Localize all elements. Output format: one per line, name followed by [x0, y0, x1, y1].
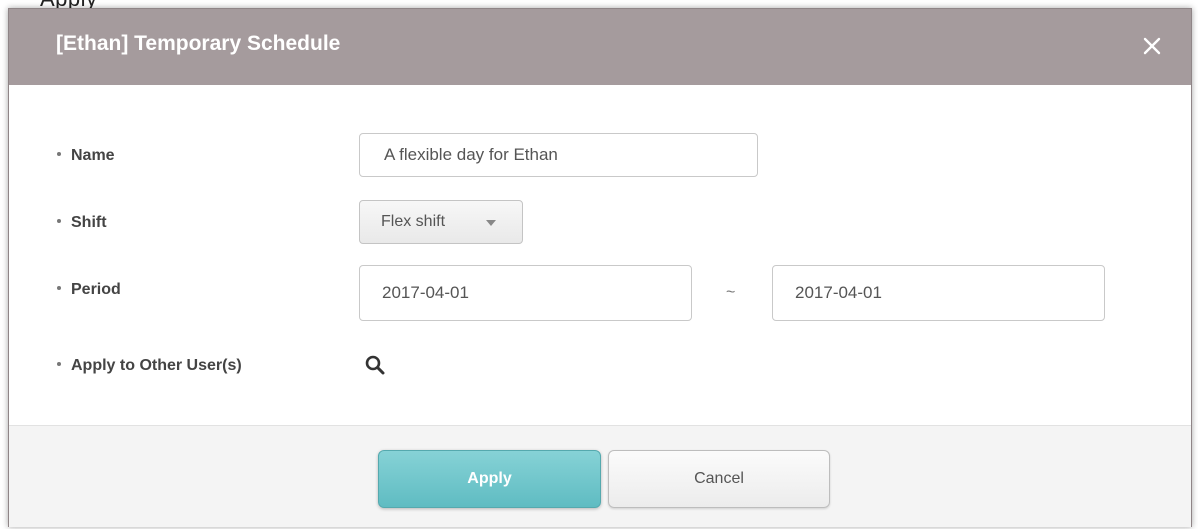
- cancel-button[interactable]: Cancel: [608, 450, 830, 508]
- bullet: [57, 285, 61, 290]
- shift-label-text: Shift: [71, 214, 107, 231]
- apply-button[interactable]: Apply: [378, 450, 601, 508]
- name-label-text: Name: [71, 147, 115, 164]
- period-separator: ~: [726, 284, 736, 301]
- close-icon[interactable]: [1141, 35, 1163, 57]
- apply-other-users-label-text: Apply to Other User(s): [71, 357, 242, 374]
- search-icon[interactable]: [364, 354, 386, 381]
- shift-selected-value: Flex shift: [381, 213, 446, 230]
- shift-label: Shift: [57, 214, 107, 232]
- dialog-footer: Apply Cancel: [9, 425, 1191, 527]
- bullet: [57, 361, 61, 366]
- period-start-input[interactable]: [359, 265, 692, 321]
- temporary-schedule-dialog: [Ethan] Temporary Schedule Name Shift Fl…: [8, 8, 1192, 527]
- bullet: [57, 218, 61, 223]
- period-label-text: Period: [71, 281, 121, 298]
- dialog-title: [Ethan] Temporary Schedule: [56, 32, 341, 55]
- apply-other-users-label: Apply to Other User(s): [57, 357, 242, 375]
- period-label: Period: [57, 281, 121, 299]
- name-input[interactable]: [359, 133, 758, 177]
- name-label: Name: [57, 147, 115, 165]
- shift-select[interactable]: Flex shift: [359, 200, 523, 244]
- chevron-down-icon: [486, 220, 496, 226]
- bullet: [57, 151, 61, 156]
- period-end-input[interactable]: [772, 265, 1105, 321]
- dialog-header: [Ethan] Temporary Schedule: [9, 9, 1191, 85]
